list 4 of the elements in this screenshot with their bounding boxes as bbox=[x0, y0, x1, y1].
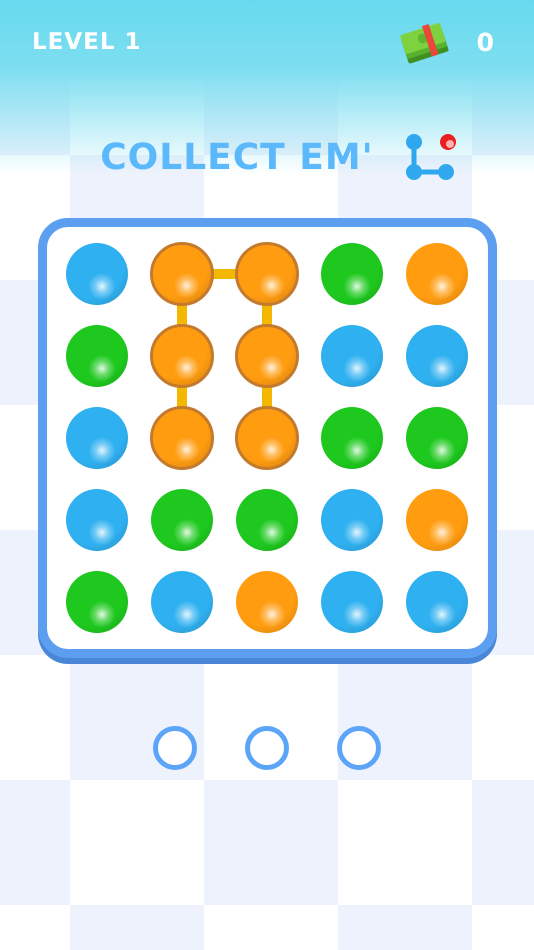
goal-title: COLLECT EM' bbox=[100, 136, 374, 178]
coin-count: 0 bbox=[476, 28, 494, 56]
level-label: LEVEL 1 bbox=[32, 29, 143, 55]
connected-dots-icon bbox=[404, 132, 458, 182]
